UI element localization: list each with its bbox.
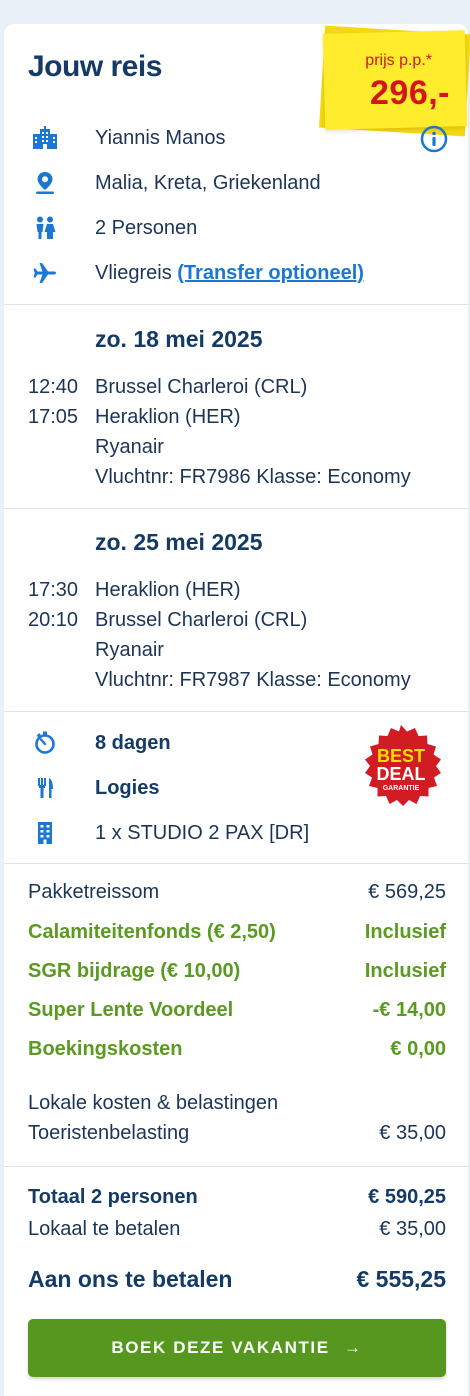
divider (4, 711, 468, 712)
persons-row: 2 Personen (4, 213, 468, 243)
cutlery-icon (38, 778, 53, 798)
building-icon (38, 822, 52, 844)
tourist-tax-label: Toeristenbelasting (28, 1122, 190, 1144)
page-title: Jouw reis (28, 50, 162, 83)
price-row-label: Super Lente Voordeel (28, 999, 234, 1021)
stopwatch-icon (35, 731, 55, 754)
tourist-tax-row: Toeristenbelasting € 35,00 (28, 1122, 446, 1150)
divider (4, 508, 468, 509)
price-row-label: Boekingskosten (28, 1038, 183, 1060)
persons-text: 2 Personen (95, 217, 198, 239)
local-pay-label: Lokaal te betalen (28, 1218, 181, 1240)
price-row-value: € 0,00 (390, 1038, 446, 1060)
price-row-value: € 569,25 (368, 881, 446, 903)
price-row: Boekingskosten € 0,00 (28, 1038, 446, 1066)
airplane-icon (33, 263, 56, 283)
local-costs-heading-row: Lokale kosten & belastingen (28, 1092, 446, 1120)
outbound-arr-airport: Heraklion (HER) (95, 406, 241, 428)
travel-type-text: Vliegreis (Transfer optioneel) (95, 262, 364, 285)
best-deal-badge: BEST DEAL GARANTIE (365, 725, 441, 806)
room-row: 1 x STUDIO 2 PAX [DR] (4, 818, 468, 848)
price-row: Pakketreissom € 569,25 (28, 881, 446, 909)
pay-now-label: Aan ons te betalen (28, 1266, 233, 1292)
duration-text: 8 dagen (95, 732, 171, 754)
return-dep-airport: Heraklion (HER) (95, 579, 241, 601)
transfer-optional-link[interactable]: (Transfer optioneel) (177, 262, 364, 284)
info-icon[interactable] (420, 125, 448, 153)
tourist-tax-value: € 35,00 (379, 1122, 446, 1144)
local-pay-value: € 35,00 (379, 1218, 446, 1240)
pay-now-value: € 555,25 (356, 1266, 446, 1292)
badge-line-1: BEST (377, 746, 425, 766)
price-row-value: Inclusief (364, 960, 446, 982)
price-row-value: -€ 14,00 (372, 999, 446, 1021)
price-sticker: prijs p.p.* 296,- (319, 25, 470, 137)
return-arr-airport: Brussel Charleroi (CRL) (95, 609, 308, 631)
hotel-row: Yiannis Manos (4, 123, 468, 153)
local-costs-heading: Lokale kosten & belastingen (28, 1092, 279, 1114)
hotel-name: Yiannis Manos (95, 127, 226, 149)
location-pin-icon (36, 172, 54, 194)
location-row: Malia, Kreta, Griekenland (4, 168, 468, 198)
board-text: Logies (95, 777, 160, 799)
outbound-flight-info: Vluchtnr: FR7986 Klasse: Economy (95, 466, 411, 488)
room-text: 1 x STUDIO 2 PAX [DR] (95, 822, 310, 844)
outbound-date: zo. 18 mei 2025 (95, 326, 263, 352)
price-row-label: SGR bijdrage (€ 10,00) (28, 960, 241, 982)
badge-line-3: GARANTIE (383, 785, 420, 792)
price-row-label: Calamiteitenfonds (€ 2,50) (28, 921, 276, 943)
travel-type-row: Vliegreis (Transfer optioneel) (4, 258, 468, 288)
price-row-label: Pakketreissom (28, 881, 160, 903)
badge-line-2: DEAL (377, 764, 426, 784)
price-row-value: Inclusief (364, 921, 446, 943)
price-label: prijs p.p.* (365, 52, 432, 69)
return-arr-time: 20:10 (28, 609, 79, 631)
pay-now-row: Aan ons te betalen € 555,25 (28, 1266, 446, 1298)
arrow-right-icon: → (344, 1338, 363, 1357)
price-per-person: 296,- (370, 74, 450, 112)
persons-icon (36, 216, 56, 239)
divider (4, 304, 468, 305)
return-dep-time: 17:30 (28, 579, 79, 601)
location-text: Malia, Kreta, Griekenland (95, 172, 321, 194)
hotel-icon (33, 126, 57, 149)
total-label: Totaal 2 personen (28, 1186, 198, 1208)
divider (4, 863, 468, 864)
price-row: Calamiteitenfonds (€ 2,50) Inclusief (28, 921, 446, 949)
price-row: Super Lente Voordeel -€ 14,00 (28, 999, 446, 1027)
price-row: SGR bijdrage (€ 10,00) Inclusief (28, 960, 446, 988)
local-pay-row: Lokaal te betalen € 35,00 (28, 1218, 446, 1246)
book-button-label: BOEK DEZE VAKANTIE (111, 1338, 330, 1357)
outbound-dep-time: 12:40 (28, 376, 79, 398)
total-value: € 590,25 (368, 1186, 446, 1208)
outbound-dep-airport: Brussel Charleroi (CRL) (95, 376, 308, 398)
return-date: zo. 25 mei 2025 (95, 529, 263, 555)
book-vacation-button[interactable]: BOEK DEZE VAKANTIE → (28, 1319, 446, 1377)
outbound-arr-time: 17:05 (28, 406, 79, 428)
return-flight-info: Vluchtnr: FR7987 Klasse: Economy (95, 669, 411, 691)
total-row: Totaal 2 personen € 590,25 (28, 1186, 446, 1214)
divider (4, 1166, 468, 1167)
travel-type-label: Vliegreis (95, 262, 172, 284)
outbound-airline: Ryanair (95, 436, 164, 458)
return-airline: Ryanair (95, 639, 164, 661)
trip-summary-card: Jouw reis prijs p.p.* 296,- Yiannis Mano… (4, 24, 470, 1396)
